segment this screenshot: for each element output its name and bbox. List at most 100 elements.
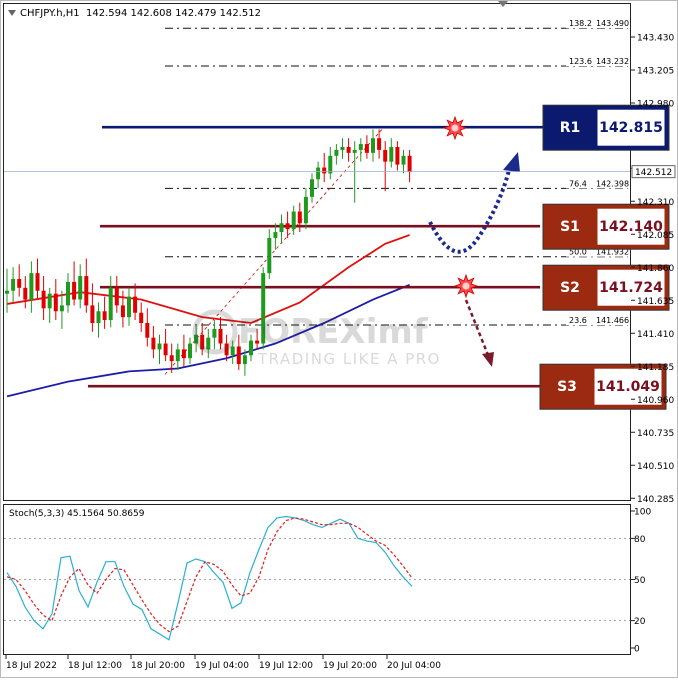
candle-body [322, 167, 327, 174]
candle-body [242, 355, 247, 365]
stoch-tick-label: 0 [634, 645, 640, 655]
candle-body [316, 167, 321, 180]
stoch-tick-label: 100 [634, 508, 651, 518]
candle-body [102, 311, 107, 321]
candle-body [279, 223, 284, 233]
price-tick-label: 141.185 [637, 363, 674, 373]
candle-body [133, 296, 138, 313]
price-tick-label: 140.735 [637, 429, 674, 439]
symbol-info: CHFJPY.h,H1 [20, 8, 80, 19]
candle-body [267, 237, 272, 274]
level-value: 141.049 [596, 379, 660, 395]
candle-body [377, 138, 382, 150]
candle-body [139, 312, 144, 323]
candle-body [17, 279, 22, 288]
chart-header: CHFJPY.h,H1 142.594 142.608 142.479 142.… [8, 8, 261, 19]
candle-body [352, 149, 357, 153]
fib-price: 142.398 [596, 179, 629, 188]
candle-body [29, 273, 34, 300]
fib-price: 143.490 [596, 19, 629, 28]
candle-body [127, 296, 131, 318]
candle-body [35, 273, 40, 291]
time-tick-label: 20 Jul 04:00 [387, 661, 441, 671]
candle-body [389, 147, 394, 162]
candle-body [291, 211, 296, 230]
level-value: 141.724 [599, 280, 663, 296]
stoch-tick-label: 80 [634, 535, 646, 545]
candle-body [175, 349, 180, 362]
candle-body [401, 155, 406, 165]
fib-ratio: 123.6 [569, 57, 592, 66]
watermark-tagline: TRADING LIKE A PRO [257, 350, 441, 368]
fib-ratio: 76.4 [569, 179, 587, 188]
candle-body [230, 346, 235, 356]
level-name: S1 [560, 219, 580, 235]
candle-body [181, 349, 186, 359]
price-tick-label: 141.860 [637, 264, 674, 274]
candle-body [90, 305, 95, 323]
fib-ratio: 138.2 [569, 19, 592, 28]
candle-body [41, 290, 46, 309]
price-tick-label: 140.960 [637, 396, 674, 406]
candle-body [364, 144, 369, 153]
level-value: 142.815 [599, 120, 663, 136]
time-tick-label: 19 Jul 12:00 [259, 661, 313, 671]
price-tick-label: 140.285 [637, 495, 674, 505]
candle-body [151, 337, 156, 350]
level-name: S2 [560, 280, 580, 296]
candle-body [303, 196, 308, 224]
resistance-burst-icon-core [451, 124, 459, 132]
level-name: S3 [557, 379, 577, 395]
candle-body [297, 211, 302, 224]
candle-body [23, 287, 28, 300]
candle-body [53, 293, 58, 312]
price-tick-label: 141.410 [637, 330, 674, 340]
price-tick-label: 142.980 [637, 100, 674, 110]
candle-body [5, 290, 9, 294]
level-name: R1 [560, 120, 581, 136]
candle-body [395, 147, 400, 165]
candle-body [114, 287, 119, 306]
stoch-label: Stoch(5,3,3) 45.1564 50.8659 [9, 509, 145, 519]
candle-body [328, 155, 333, 174]
price-tick-label: 143.205 [637, 67, 674, 77]
ohlc-readout: 142.594 142.608 142.479 142.512 [86, 8, 261, 19]
time-tick-label: 19 Jul 04:00 [195, 661, 249, 671]
candle-body [96, 311, 101, 323]
price-tick-label: 142.310 [637, 198, 674, 208]
candle-body [383, 149, 388, 162]
candle-body [340, 147, 345, 150]
candle-body [145, 323, 150, 338]
candle-body [84, 276, 89, 306]
current-price-label: 142.512 [635, 168, 672, 178]
time-tick-label: 18 Jul 12:00 [68, 661, 122, 671]
candle-body [218, 328, 223, 344]
time-tick-label: 18 Jul 2022 [6, 661, 57, 671]
candle-body [310, 179, 314, 197]
fib-price: 143.232 [596, 57, 629, 66]
time-tick-label: 19 Jul 20:00 [323, 661, 377, 671]
candle-body [334, 149, 339, 156]
fib-price: 141.466 [596, 316, 629, 325]
candle-body [212, 328, 217, 338]
candle-body [72, 281, 77, 300]
price-tick-label: 142.085 [637, 231, 674, 241]
candle-body [358, 144, 363, 150]
candle-body [66, 281, 70, 306]
candle-body [120, 305, 125, 318]
chart-svg: 138.2 143.490123.6 143.23276.4 142.39850.0 1… [0, 0, 678, 678]
candle-body [157, 343, 162, 350]
candle-body [169, 355, 174, 362]
price-tick-label: 143.430 [637, 34, 674, 44]
watermark-brand: FOREXimf [238, 312, 429, 352]
fib-ratio: 23.6 [569, 316, 587, 325]
chart-window: 138.2 143.490 123.6 143.232 76.4 142.398 50.0 1… [0, 0, 678, 678]
candle-body [346, 147, 351, 153]
candle-body [273, 232, 278, 238]
price-tick-label: 140.510 [637, 462, 674, 472]
price-tick-label: 141.635 [637, 297, 674, 307]
candle-body [47, 293, 52, 309]
support-burst-icon-core [462, 282, 470, 290]
stoch-tick-label: 20 [634, 617, 646, 627]
candle-body [11, 279, 16, 291]
